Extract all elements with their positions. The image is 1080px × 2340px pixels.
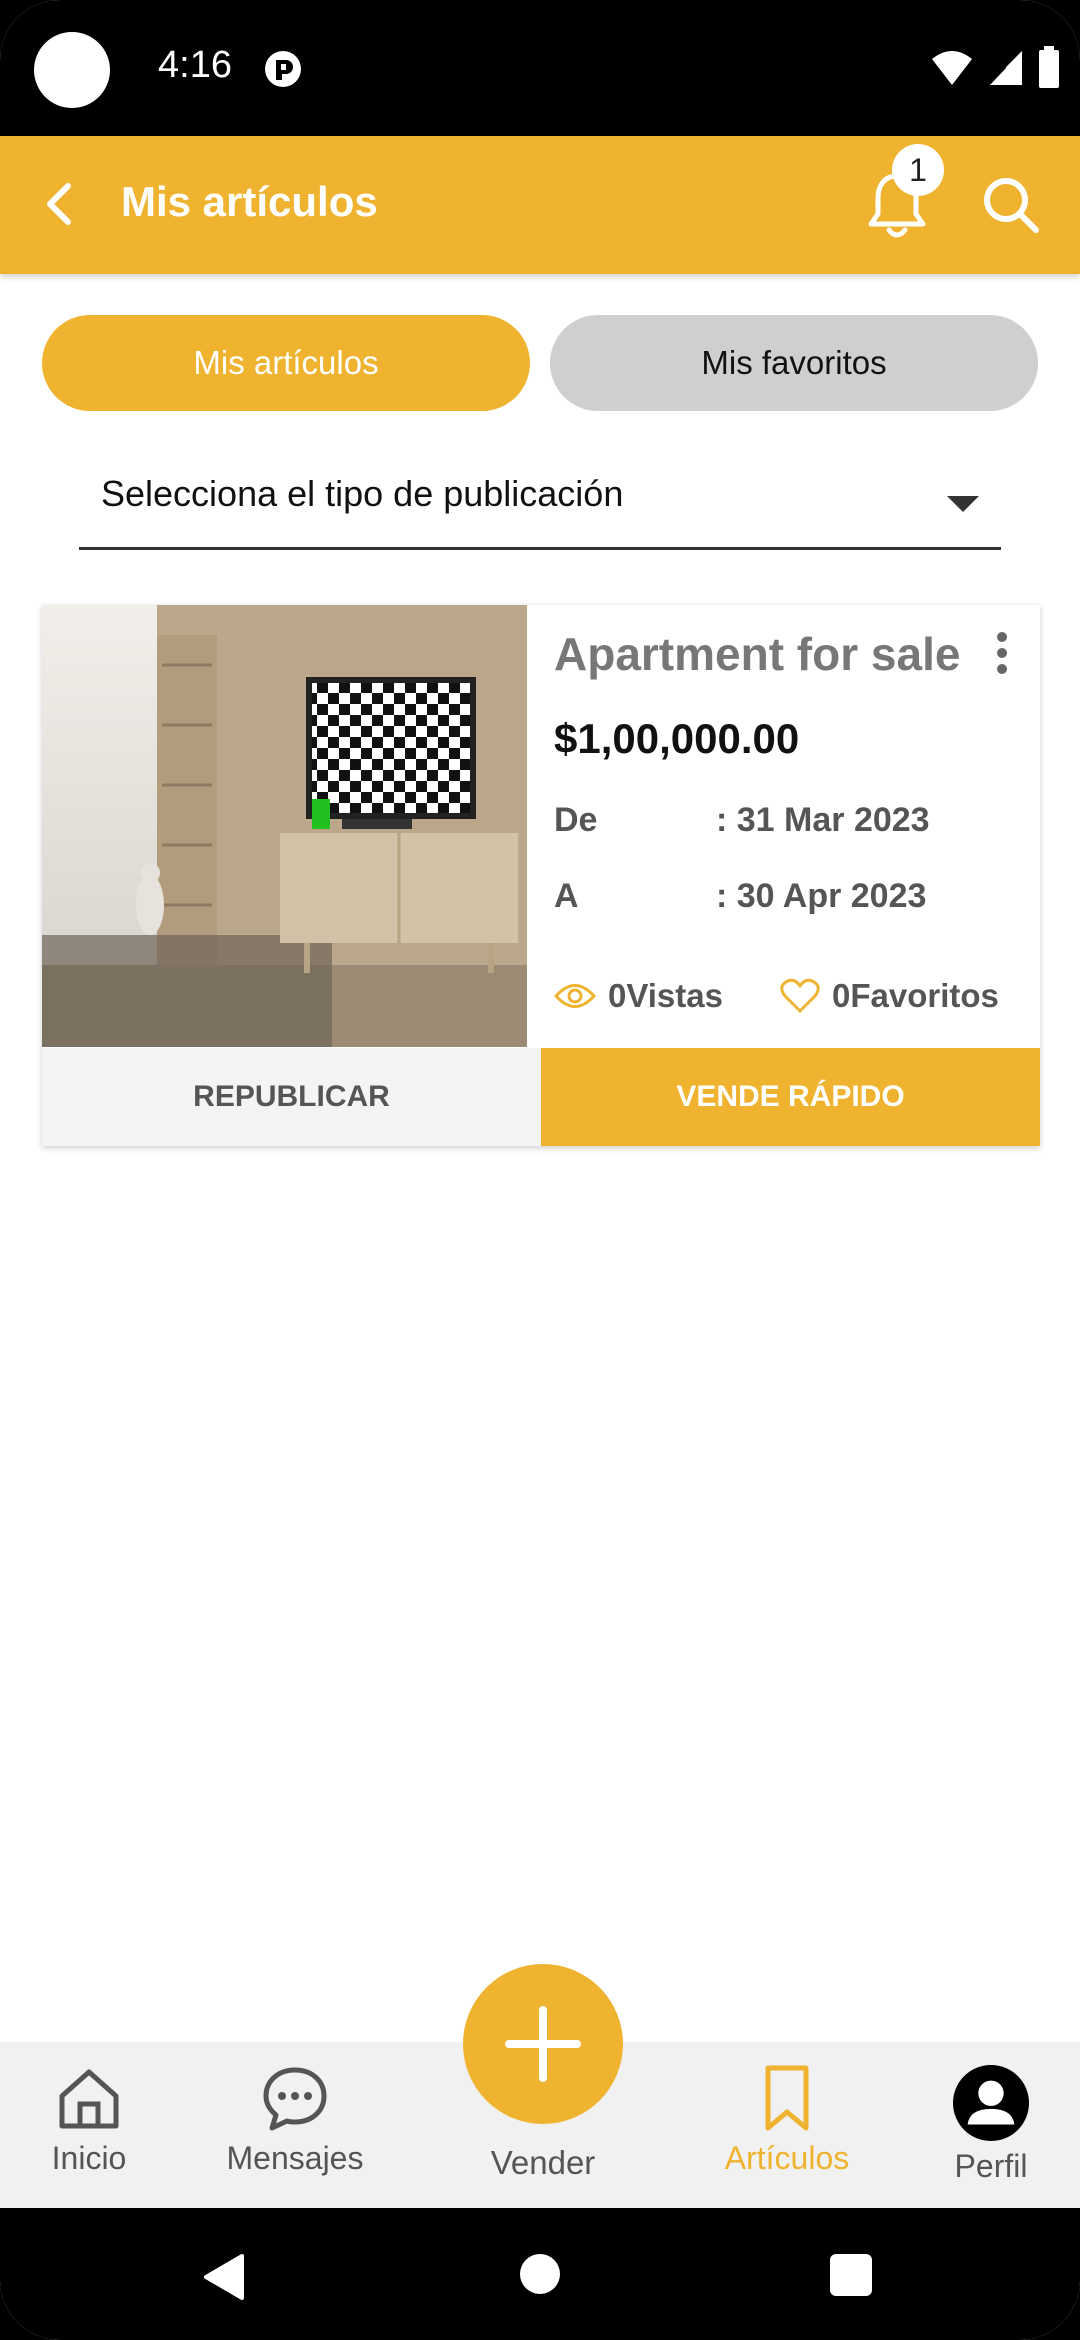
back-triangle-icon[interactable]	[200, 2252, 246, 2302]
plus-icon	[505, 2006, 581, 2082]
nav-item-inicio[interactable]: Inicio	[4, 2064, 174, 2194]
screen: 4:16 Mis artículos 1 Mis artículos Mis f…	[0, 0, 1080, 2340]
chat-icon	[263, 2067, 327, 2131]
favorites-stat: 0Favoritos	[780, 977, 999, 1015]
more-vertical-icon	[997, 632, 1007, 674]
status-icons	[930, 46, 1060, 88]
heart-icon	[780, 978, 820, 1013]
status-time: 4:16	[158, 44, 232, 86]
eye-icon	[554, 984, 596, 1008]
favorites-count: 0Favoritos	[832, 977, 999, 1014]
wifi-icon	[932, 51, 972, 85]
views-stat: 0Vistas	[554, 977, 723, 1015]
listing-title: Apartment for sale	[554, 628, 961, 680]
room-illustration	[42, 605, 527, 1047]
listing-price: $1,00,000.00	[554, 715, 800, 762]
system-nav-bar	[0, 2208, 1080, 2340]
search-icon	[984, 178, 1039, 233]
republish-button[interactable]: REPUBLICAR	[42, 1048, 541, 1146]
search-button[interactable]	[976, 170, 1046, 240]
sell-fast-button[interactable]: VENDE RÁPIDO	[541, 1048, 1040, 1146]
nav-label-inicio: Inicio	[51, 2140, 127, 2176]
nav-label-vender: Vender	[490, 2144, 596, 2181]
user-icon	[952, 2064, 1030, 2142]
sell-fab-button[interactable]	[463, 1964, 623, 2124]
end-date-label: A	[554, 877, 579, 915]
home-circle-icon[interactable]	[520, 2254, 560, 2294]
nav-item-perfil[interactable]: Perfil	[906, 2064, 1076, 2194]
listing-card[interactable]: Apartment for sale $1,00,000.00 De : 31 …	[42, 605, 1040, 1146]
back-button[interactable]	[28, 172, 92, 236]
listing-image	[42, 605, 527, 1047]
nav-label-mensajes: Mensajes	[226, 2140, 364, 2176]
tab-mis-favoritos[interactable]: Mis favoritos	[550, 315, 1038, 411]
page-title: Mis artículos	[121, 178, 378, 225]
nav-label-articulos: Artículos	[724, 2140, 850, 2176]
recents-square-icon[interactable]	[830, 2254, 872, 2296]
more-options-button[interactable]	[982, 627, 1022, 683]
chevron-left-icon	[47, 183, 71, 225]
status-bar: 4:16	[0, 0, 1080, 136]
bookmark-icon	[765, 2065, 809, 2131]
signal-icon	[990, 51, 1022, 85]
nav-item-mensajes[interactable]: Mensajes	[210, 2064, 380, 2194]
camera-cutout	[34, 32, 110, 108]
nav-item-articulos[interactable]: Artículos	[702, 2064, 872, 2194]
views-count: 0Vistas	[608, 977, 723, 1014]
home-icon	[59, 2069, 119, 2129]
start-date-value: : 31 Mar 2023	[716, 801, 930, 839]
tab-mis-articulos[interactable]: Mis artículos	[42, 315, 530, 411]
battery-icon	[1039, 46, 1059, 88]
app-bar: Mis artículos 1	[0, 136, 1080, 274]
publication-type-label: Selecciona el tipo de publicación	[101, 473, 624, 514]
caret-down-icon	[947, 496, 979, 512]
end-date-value: : 30 Apr 2023	[716, 877, 927, 915]
app-notification-icon	[265, 51, 301, 87]
publication-type-select[interactable]: Selecciona el tipo de publicación	[79, 460, 1001, 550]
start-date-label: De	[554, 801, 598, 839]
notification-badge: 1	[892, 144, 944, 196]
nav-label-perfil: Perfil	[954, 2148, 1028, 2184]
